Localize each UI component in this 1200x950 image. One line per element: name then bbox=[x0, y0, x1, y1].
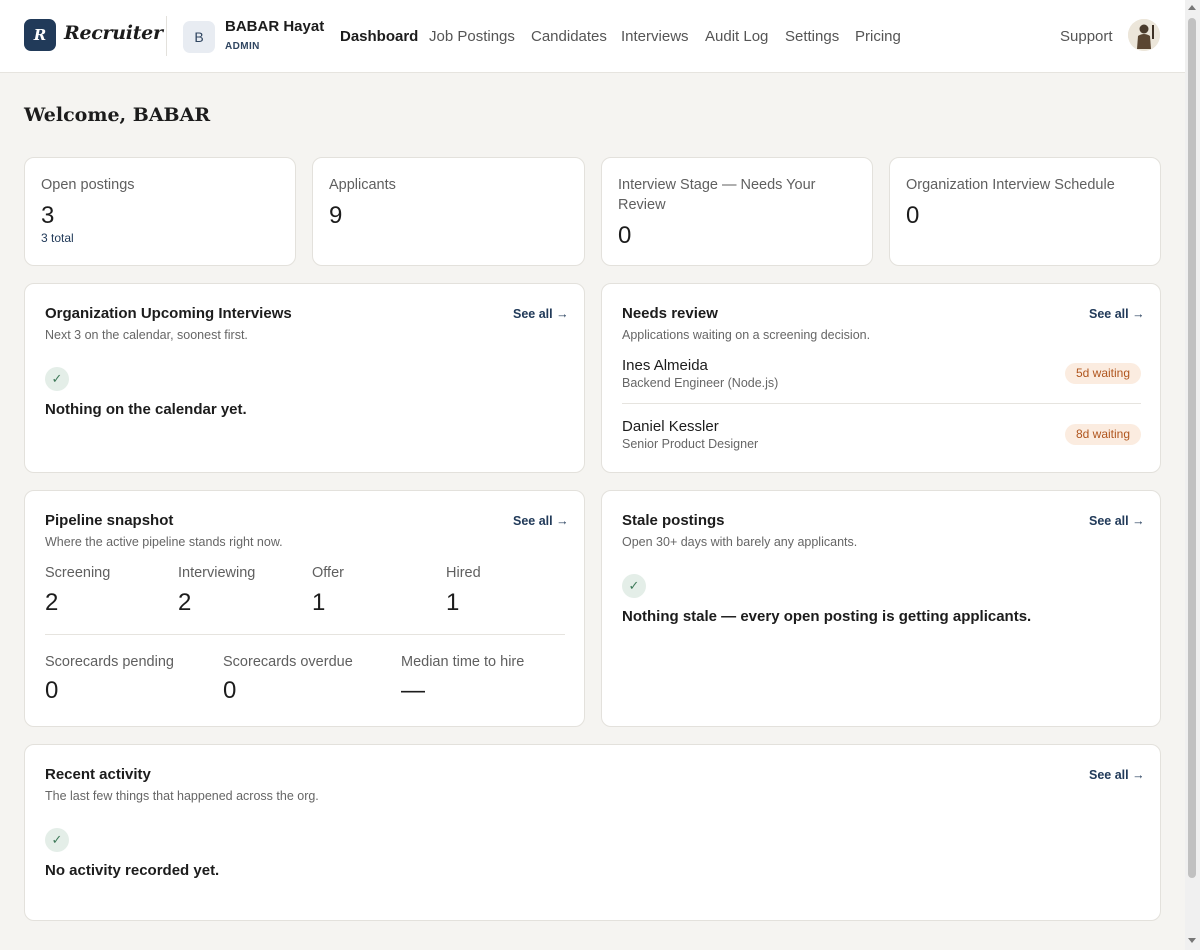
nav-dashboard[interactable]: Dashboard bbox=[340, 28, 418, 45]
panel-description: Where the active pipeline stands right n… bbox=[45, 535, 283, 549]
metric-value: 0 bbox=[223, 677, 237, 704]
page-title: Welcome, BABAR bbox=[24, 104, 211, 126]
empty-state-text: Nothing stale — every open posting is ge… bbox=[622, 608, 1032, 625]
stat-label: Interview Stage — Needs Your Review bbox=[618, 177, 816, 213]
candidate-role: Senior Product Designer bbox=[622, 437, 759, 451]
stat-value: 3 bbox=[41, 202, 55, 229]
panel-title: Needs review bbox=[622, 305, 718, 322]
logo-icon[interactable]: R bbox=[24, 19, 56, 51]
panel-description: Next 3 on the calendar, soonest first. bbox=[45, 328, 248, 342]
stage-label: Screening bbox=[45, 565, 111, 581]
waiting-badge: 8d waiting bbox=[1065, 424, 1141, 445]
stage-label: Interviewing bbox=[178, 565, 256, 581]
metric-label: Median time to hire bbox=[401, 654, 525, 670]
candidate-name[interactable]: Daniel Kessler bbox=[622, 418, 719, 435]
see-all-link[interactable]: See all → bbox=[513, 514, 569, 528]
check-icon: ✓ bbox=[45, 828, 69, 852]
stage-label: Hired bbox=[446, 565, 481, 581]
empty-state-text: Nothing on the calendar yet. bbox=[45, 401, 247, 418]
panel-title: Pipeline snapshot bbox=[45, 512, 174, 529]
header-divider bbox=[166, 16, 167, 56]
metric-label: Scorecards pending bbox=[45, 654, 174, 670]
logo-text[interactable]: Recruiter bbox=[64, 22, 163, 44]
stage-value: 2 bbox=[45, 589, 59, 616]
pipeline-snapshot-panel: Pipeline snapshot See all → Where the ac… bbox=[24, 490, 585, 727]
stat-card-interview-schedule[interactable]: Organization Interview Schedule 0 bbox=[889, 157, 1161, 266]
scroll-up-arrow-icon[interactable] bbox=[1188, 5, 1196, 10]
check-icon: ✓ bbox=[45, 367, 69, 391]
stat-card-open-postings[interactable]: Open postings 3 3 total bbox=[24, 157, 296, 266]
stat-label: Applicants bbox=[329, 177, 396, 193]
metric-value: 0 bbox=[45, 677, 59, 704]
user-avatar[interactable] bbox=[1128, 19, 1160, 51]
org-name[interactable]: BABAR Hayat bbox=[225, 18, 324, 35]
stage-value: 1 bbox=[312, 589, 326, 616]
waiting-badge: 5d waiting bbox=[1065, 363, 1141, 384]
panel-description: Open 30+ days with barely any applicants… bbox=[622, 535, 858, 549]
metric-value: — bbox=[401, 677, 425, 704]
page-scrollbar[interactable] bbox=[1185, 0, 1200, 950]
stat-label: Open postings bbox=[41, 177, 135, 193]
panel-title: Organization Upcoming Interviews bbox=[45, 305, 292, 322]
stage-value: 2 bbox=[178, 589, 192, 616]
see-all-link[interactable]: See all → bbox=[1089, 768, 1145, 782]
stat-value: 9 bbox=[329, 202, 343, 229]
recent-activity-panel: Recent activity See all → The last few t… bbox=[24, 744, 1161, 921]
list-divider bbox=[622, 403, 1141, 404]
metric-label: Scorecards overdue bbox=[223, 654, 353, 670]
nav-job-postings[interactable]: Job Postings bbox=[429, 28, 515, 45]
candidate-name[interactable]: Ines Almeida bbox=[622, 357, 708, 374]
nav-interviews[interactable]: Interviews bbox=[621, 28, 689, 45]
needs-review-panel: Needs review See all → Applications wait… bbox=[601, 283, 1161, 473]
stat-value: 0 bbox=[618, 222, 632, 249]
stage-label: Offer bbox=[312, 565, 344, 581]
candidate-role: Backend Engineer (Node.js) bbox=[622, 376, 779, 390]
panel-description: Applications waiting on a screening deci… bbox=[622, 328, 871, 342]
see-all-link[interactable]: See all → bbox=[1089, 307, 1145, 321]
org-avatar[interactable]: B bbox=[183, 21, 215, 53]
stat-value: 0 bbox=[906, 202, 920, 229]
scroll-down-arrow-icon[interactable] bbox=[1188, 938, 1196, 943]
nav-audit-log[interactable]: Audit Log bbox=[705, 28, 768, 45]
stat-card-interview-review[interactable]: Interview Stage — Needs Your Review 0 bbox=[601, 157, 873, 266]
stat-label: Organization Interview Schedule bbox=[906, 177, 1115, 193]
support-link[interactable]: Support bbox=[1060, 28, 1113, 45]
stage-value: 1 bbox=[446, 589, 460, 616]
panel-title: Recent activity bbox=[45, 766, 151, 783]
see-all-link[interactable]: See all → bbox=[513, 307, 569, 321]
top-navigation-bar: R Recruiter B BABAR Hayat ADMIN Dashboar… bbox=[0, 0, 1185, 73]
panel-title: Stale postings bbox=[622, 512, 725, 529]
pipeline-divider bbox=[45, 634, 565, 635]
org-role-badge: ADMIN bbox=[225, 41, 260, 52]
upcoming-interviews-panel: Organization Upcoming Interviews See all… bbox=[24, 283, 585, 473]
nav-pricing[interactable]: Pricing bbox=[855, 28, 901, 45]
nav-candidates[interactable]: Candidates bbox=[531, 28, 607, 45]
empty-state-text: No activity recorded yet. bbox=[45, 862, 220, 879]
panel-description: The last few things that happened across… bbox=[45, 789, 319, 803]
see-all-link[interactable]: See all → bbox=[1089, 514, 1145, 528]
scrollbar-thumb[interactable] bbox=[1188, 18, 1196, 878]
stale-postings-panel: Stale postings See all → Open 30+ days w… bbox=[601, 490, 1161, 727]
nav-settings[interactable]: Settings bbox=[785, 28, 839, 45]
stat-subtext: 3 total bbox=[41, 231, 74, 245]
stat-card-applicants[interactable]: Applicants 9 bbox=[312, 157, 585, 266]
check-icon: ✓ bbox=[622, 574, 646, 598]
user-avatar-photo bbox=[1128, 19, 1160, 51]
